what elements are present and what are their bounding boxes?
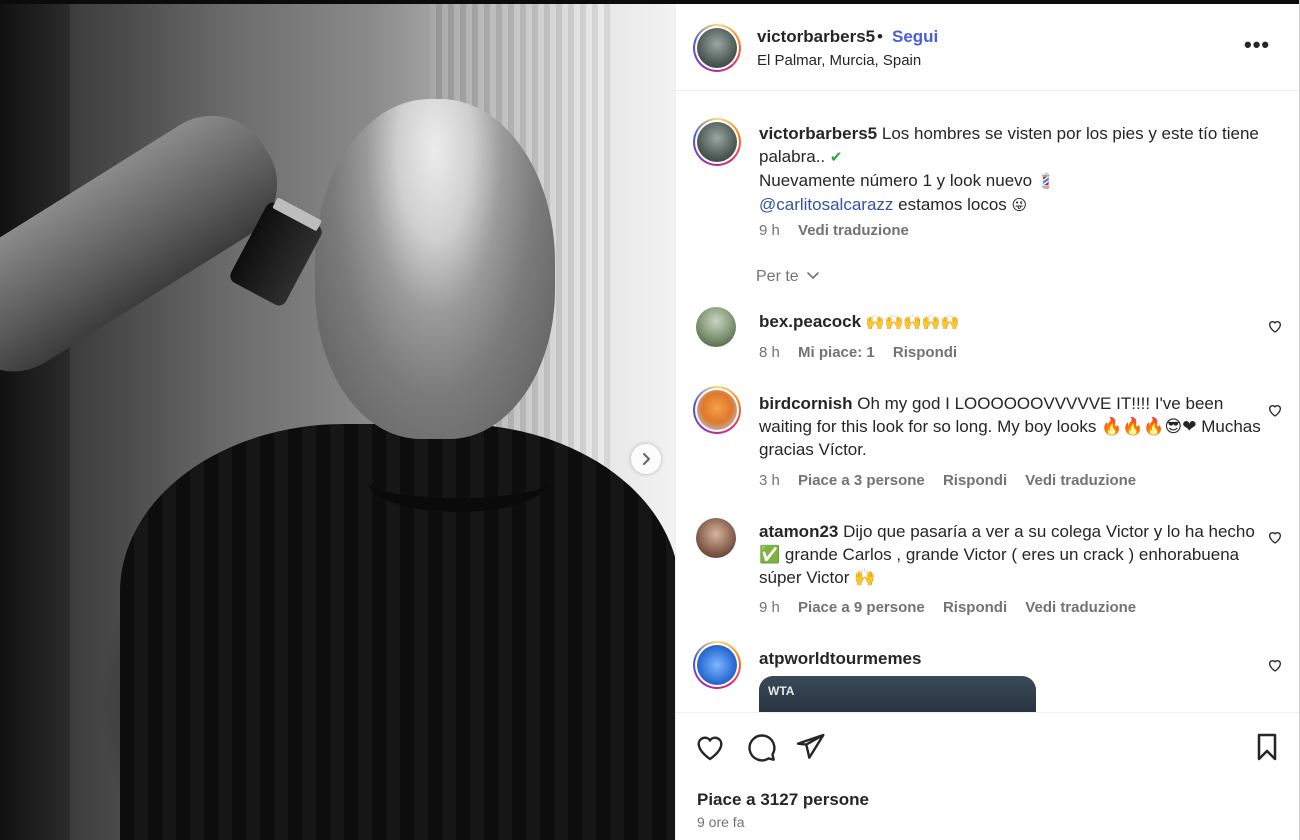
photo-collar bbox=[368, 452, 548, 512]
post-location[interactable]: El Palmar, Murcia, Spain bbox=[757, 52, 921, 69]
wta-logo: WTA bbox=[768, 684, 795, 698]
comment-embedded-image[interactable]: WTA bbox=[759, 676, 1036, 712]
like-heart-icon[interactable] bbox=[694, 731, 726, 763]
commenter-avatar[interactable] bbox=[696, 518, 736, 558]
likes-count[interactable]: Piace a 3127 persone bbox=[697, 790, 869, 810]
like-comment-heart-icon[interactable] bbox=[1267, 318, 1283, 334]
comments-list[interactable]: victorbarbers5 Los hombres se visten por… bbox=[676, 92, 1300, 712]
comment-likes[interactable]: Piace a 3 persone bbox=[798, 472, 925, 489]
comment-likes[interactable]: Mi piace: 1 bbox=[798, 344, 875, 361]
comment-username[interactable]: bex.peacock bbox=[759, 312, 861, 331]
action-bar: Piace a 3127 persone 9 ore fa bbox=[676, 712, 1300, 840]
post-sidebar: victorbarbers5 • Segui El Palmar, Murcia… bbox=[675, 4, 1300, 840]
check-icon: ✔ bbox=[829, 148, 843, 166]
comment-likes[interactable]: Piace a 9 persone bbox=[798, 599, 925, 616]
photo-head bbox=[315, 99, 555, 439]
comment-time: 8 h bbox=[759, 344, 780, 361]
comment-text: atpworldtourmemes bbox=[759, 647, 1269, 670]
share-send-icon[interactable] bbox=[794, 731, 826, 763]
post-header: victorbarbers5 • Segui El Palmar, Murcia… bbox=[676, 4, 1300, 91]
caption-translate-link[interactable]: Vedi traduzione bbox=[798, 222, 909, 239]
comment-username[interactable]: atamon23 bbox=[759, 522, 838, 541]
save-bookmark-icon[interactable] bbox=[1251, 731, 1283, 763]
comment-text: birdcornish Oh my god I LOOOOOOVVVVVE IT… bbox=[759, 392, 1269, 461]
commenter-avatar[interactable] bbox=[696, 307, 736, 347]
comment-text: atamon23 Dijo que pasaría a ver a su col… bbox=[759, 520, 1269, 589]
caption-username[interactable]: victorbarbers5 bbox=[759, 124, 877, 143]
comment-text: bex.peacock 🙌🙌🙌🙌🙌 bbox=[759, 310, 1269, 334]
follow-button[interactable]: Segui bbox=[892, 27, 938, 47]
translate-link[interactable]: Vedi traduzione bbox=[1025, 472, 1136, 489]
caption-text: victorbarbers5 Los hombres se visten por… bbox=[759, 122, 1279, 217]
caption-time: 9 h bbox=[759, 222, 780, 239]
commenter-avatar[interactable] bbox=[693, 386, 741, 434]
comment-time: 9 h bbox=[759, 599, 780, 616]
separator-dot: • bbox=[877, 27, 883, 46]
winking-face-icon: 😜 bbox=[1011, 196, 1028, 214]
post-time: 9 ore fa bbox=[697, 814, 745, 830]
more-options-icon[interactable]: ••• bbox=[1244, 32, 1270, 58]
comment-body: 🙌🙌🙌🙌🙌 bbox=[865, 313, 960, 331]
comment-bubble-icon[interactable] bbox=[745, 731, 777, 763]
per-te-label: Per te bbox=[756, 268, 799, 285]
caption-line3: estamos locos bbox=[898, 195, 1007, 214]
comment-meta: 9 h Piace a 9 persone Rispondi Vedi trad… bbox=[759, 599, 1150, 616]
barber-pole-icon: 💈 bbox=[1036, 172, 1056, 190]
mention-link[interactable]: @carlitosalcarazz bbox=[759, 195, 893, 214]
caption-meta: 9 h Vedi traduzione bbox=[759, 222, 923, 239]
like-comment-heart-icon[interactable] bbox=[1267, 657, 1283, 673]
post-photo[interactable] bbox=[0, 4, 675, 840]
comment-username[interactable]: atpworldtourmemes bbox=[759, 649, 921, 668]
caption-avatar[interactable] bbox=[693, 118, 741, 166]
commenter-avatar[interactable] bbox=[693, 641, 741, 689]
comment-time: 3 h bbox=[759, 472, 780, 489]
author-username[interactable]: victorbarbers5 bbox=[757, 27, 875, 47]
next-image-button[interactable] bbox=[631, 444, 661, 474]
comment-meta: 3 h Piace a 3 persone Rispondi Vedi trad… bbox=[759, 472, 1150, 489]
comment-meta: 8 h Mi piace: 1 Rispondi bbox=[759, 344, 971, 361]
like-comment-heart-icon[interactable] bbox=[1267, 529, 1283, 545]
author-avatar[interactable] bbox=[693, 24, 741, 72]
caption-line2: Nuevamente número 1 y look nuevo bbox=[759, 171, 1033, 190]
comment-username[interactable]: birdcornish bbox=[759, 394, 853, 413]
photo-wall bbox=[0, 4, 70, 840]
like-comment-heart-icon[interactable] bbox=[1267, 402, 1283, 418]
per-te-toggle[interactable]: Per te bbox=[756, 268, 820, 286]
translate-link[interactable]: Vedi traduzione bbox=[1025, 599, 1136, 616]
reply-button[interactable]: Rispondi bbox=[943, 599, 1007, 616]
chevron-down-icon bbox=[807, 272, 819, 280]
chevron-right-icon bbox=[643, 453, 650, 465]
reply-button[interactable]: Rispondi bbox=[893, 344, 957, 361]
reply-button[interactable]: Rispondi bbox=[943, 472, 1007, 489]
